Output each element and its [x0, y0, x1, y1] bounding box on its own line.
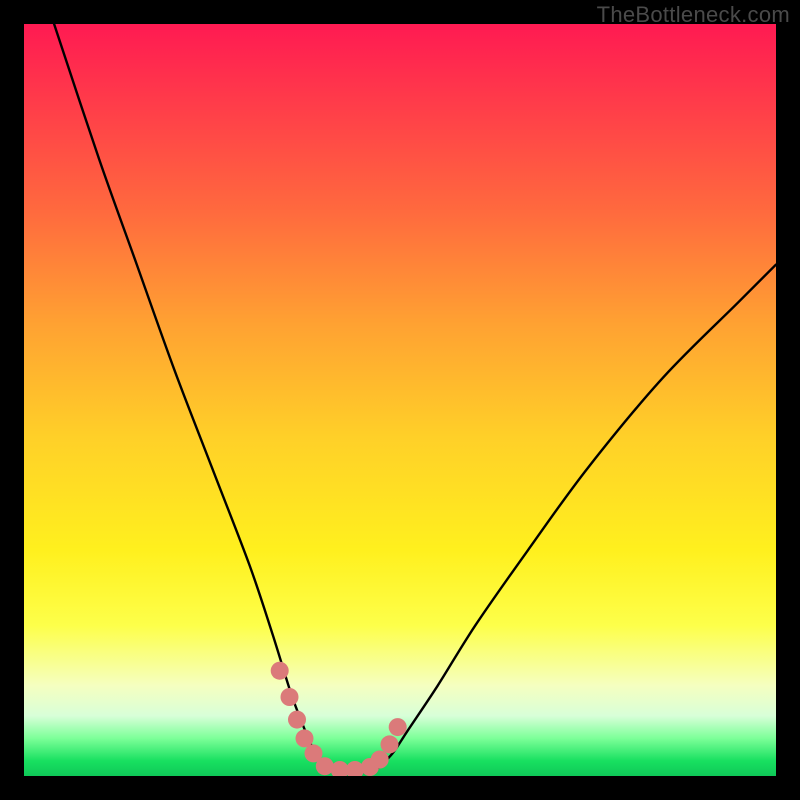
highlight-dot — [381, 735, 399, 753]
highlight-dot — [271, 662, 289, 680]
highlight-dot — [296, 729, 314, 747]
highlight-dot — [316, 757, 334, 775]
series-right-curve — [377, 265, 776, 769]
highlight-dot — [389, 718, 407, 736]
chart-svg — [24, 24, 776, 776]
highlight-dot — [281, 688, 299, 706]
watermark-text: TheBottleneck.com — [597, 2, 790, 28]
series-left-curve — [54, 24, 325, 769]
highlight-dot — [371, 751, 389, 769]
plot-area — [24, 24, 776, 776]
highlight-dot — [288, 711, 306, 729]
